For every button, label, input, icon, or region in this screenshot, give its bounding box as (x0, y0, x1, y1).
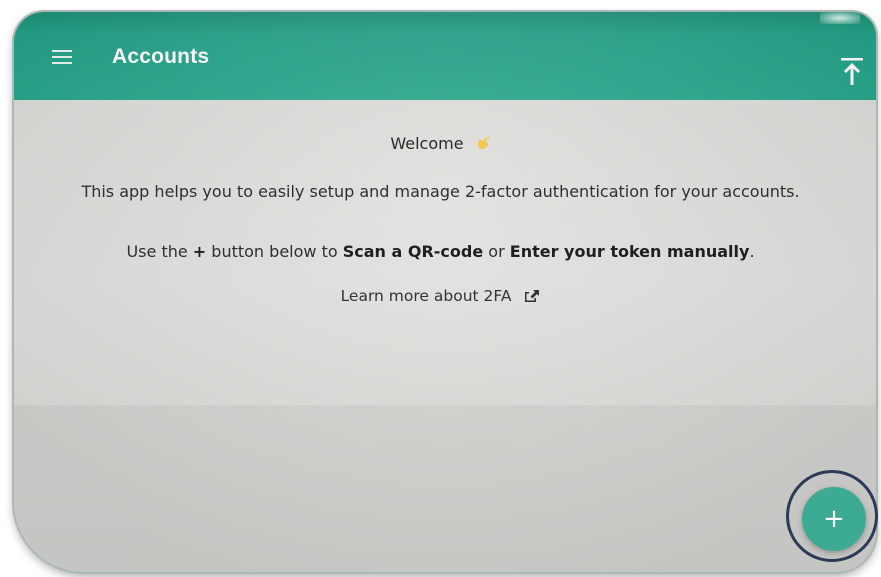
enter-token-manually-link[interactable]: Enter your token manually (510, 242, 750, 261)
instruction-middle: button below to (211, 242, 338, 261)
scan-qr-code-link[interactable]: Scan a QR-code (343, 242, 483, 261)
instruction-or: or (488, 242, 505, 261)
instruction-suffix: . (749, 242, 755, 261)
photo-frame: Accounts Welcome This app helps you to e… (0, 0, 881, 577)
external-link-icon[interactable] (524, 289, 540, 303)
page-title: Accounts (112, 45, 210, 68)
empty-list-area (14, 405, 876, 572)
welcome-heading: Welcome (0, 134, 881, 153)
add-account-button[interactable]: + (802, 487, 866, 551)
welcome-text: Welcome (390, 134, 464, 153)
hamburger-menu-icon[interactable] (52, 50, 72, 64)
instruction-prefix: Use the (126, 242, 188, 261)
app-bar: Accounts (14, 12, 876, 100)
instruction-text: Use the + button below to Scan a QR-code… (0, 242, 881, 261)
app-description: This app helps you to easily setup and m… (81, 182, 800, 201)
learn-more-link[interactable]: Learn more about 2FA (0, 287, 881, 305)
add-icon[interactable]: + (823, 504, 845, 534)
learn-more-text[interactable]: Learn more about 2FA (341, 287, 512, 305)
instruction-plus: + (192, 242, 207, 261)
upload-icon[interactable] (839, 57, 865, 87)
waving-hand-emoji (477, 135, 491, 149)
